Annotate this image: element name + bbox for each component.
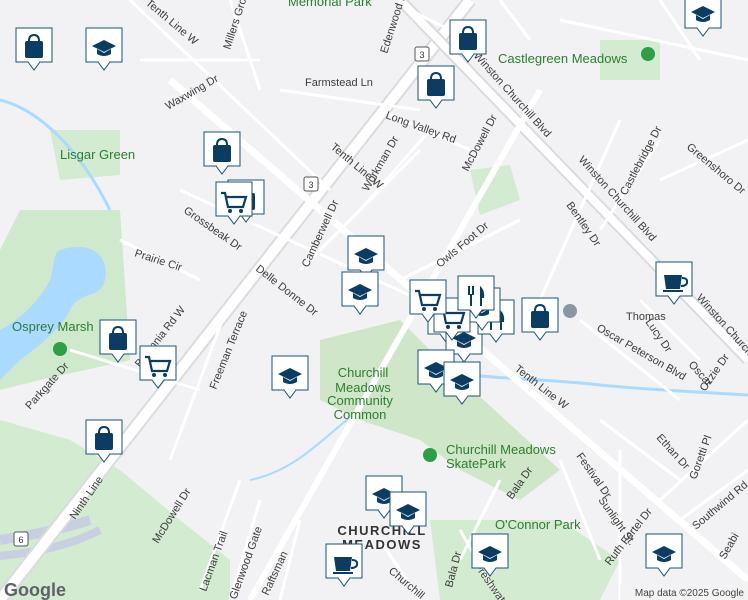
- map-svg: 3 3 6 Memorial Park Castlegreen Meadows …: [0, 0, 748, 600]
- lisgar-green-label: Lisgar Green: [60, 147, 135, 162]
- google-logo: Google: [4, 580, 66, 600]
- skatepark-label-2: SkatePark: [446, 456, 506, 471]
- oconnor-park-label: O'Connor Park: [495, 517, 581, 532]
- castlegreen-park-icon: [641, 47, 655, 61]
- route-6-label: 6: [18, 535, 23, 545]
- street-label: Farmstead Ln: [305, 77, 373, 89]
- skatepark-icon: [423, 448, 437, 462]
- community-common-label-3: Community: [327, 393, 393, 408]
- memorial-park-label: Memorial Park: [288, 0, 372, 9]
- route-3-label-2: 3: [308, 180, 313, 190]
- route-3-label: 3: [419, 50, 424, 60]
- skatepark-label-1: Churchill Meadows: [446, 442, 556, 457]
- osprey-marsh-label: Osprey Marsh: [12, 319, 94, 334]
- church-icon: [563, 304, 577, 318]
- osprey-marsh-icon: [53, 342, 67, 356]
- community-common-label-4: Common: [334, 407, 387, 422]
- map-canvas[interactable]: 3 3 6 Memorial Park Castlegreen Meadows …: [0, 0, 748, 600]
- map-attribution: Map data ©2025 Google: [635, 588, 745, 599]
- community-common-label-1: Churchill: [338, 365, 389, 380]
- castlegreen-meadows-label: Castlegreen Meadows: [498, 51, 628, 66]
